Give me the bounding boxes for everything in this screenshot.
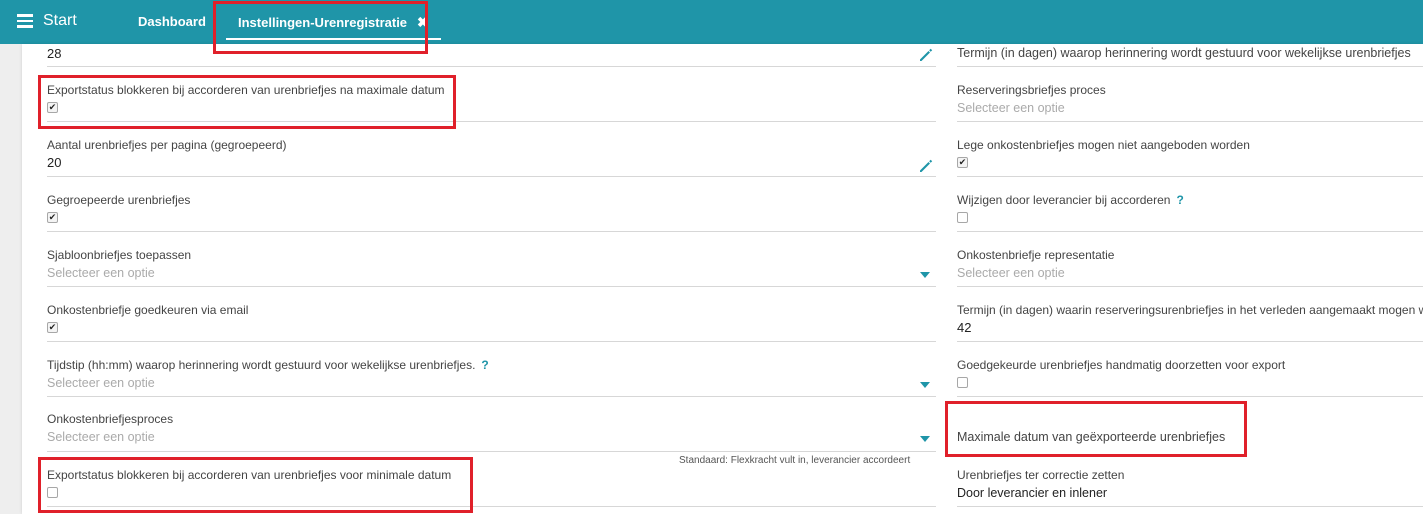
- field-termijn-reservering[interactable]: Termijn (in dagen) waarin reserveringsur…: [957, 287, 1423, 342]
- field-ter-correctie[interactable]: Urenbriefjes ter correctie zetten Door l…: [957, 452, 1423, 507]
- field-exportstatus-max-datum: Exportstatus blokkeren bij accorderen va…: [47, 67, 936, 122]
- field-label: Aantal urenbriefjes per pagina (gegroepe…: [47, 138, 287, 152]
- checkbox[interactable]: [957, 212, 968, 223]
- field-gegroepeerde-urenbriefjes: Gegroepeerde urenbriefjes ✔: [47, 177, 936, 232]
- field-label: Goedgekeurde urenbriefjes handmatig door…: [957, 358, 1286, 372]
- field-label: Onkostenbriefjesproces: [47, 412, 174, 426]
- field-onkostenbriefje-representatie[interactable]: Onkostenbriefje representatie Selecteer …: [957, 232, 1423, 287]
- tab-dashboard[interactable]: Dashboard: [138, 0, 206, 43]
- field-reserveringsbriefjes-proces[interactable]: Reserveringsbriefjes proces Selecteer ee…: [957, 67, 1423, 122]
- select-placeholder: Selecteer een optie: [47, 376, 155, 390]
- close-icon[interactable]: ✖: [417, 14, 429, 31]
- tab-instellingen-urenregistratie[interactable]: Instellingen-Urenregistratie ✖: [226, 0, 441, 44]
- field-label: Sjabloonbriefjes toepassen: [47, 248, 192, 262]
- top-bar: Start Dashboard Instellingen-Urenregistr…: [0, 0, 1423, 44]
- field-tijdstip-herinnering[interactable]: Tijdstip (hh:mm) waarop herinnering word…: [47, 342, 936, 397]
- menu-label: Start: [43, 12, 77, 29]
- select-placeholder: Selecteer een optie: [957, 101, 1065, 115]
- checkbox[interactable]: ✔: [957, 157, 968, 168]
- field-termijn-herinnering: Termijn (in dagen) waarop herinnering wo…: [957, 44, 1423, 67]
- checkbox[interactable]: ✔: [47, 322, 58, 333]
- field-onkostenbriefjesproces[interactable]: Onkostenbriefjesproces Selecteer een opt…: [47, 397, 936, 452]
- field-onkostenbriefje-email: Onkostenbriefje goedkeuren via email ✔: [47, 287, 936, 342]
- field-value: 42: [957, 320, 972, 335]
- field-aantal-urenbriefjes[interactable]: Aantal urenbriefjes per pagina (gegroepe…: [47, 122, 936, 177]
- field-handmatig-doorzetten: Goedgekeurde urenbriefjes handmatig door…: [957, 342, 1423, 397]
- checkbox[interactable]: [47, 487, 58, 498]
- field-label: Gegroepeerde urenbriefjes: [47, 193, 191, 207]
- field-label: Tijdstip (hh:mm) waarop herinnering word…: [47, 358, 489, 372]
- field-lege-onkostenbriefjes: Lege onkostenbriefjes mogen niet aangebo…: [957, 122, 1423, 177]
- field-wijzigen-leverancier: Wijzigen door leverancier bij accorderen…: [957, 177, 1423, 232]
- pencil-icon[interactable]: [918, 47, 934, 63]
- field-label: Onkostenbriefje goedkeuren via email: [47, 303, 249, 317]
- field-label: Termijn (in dagen) waarin reserveringsur…: [957, 303, 1423, 317]
- active-tab-indicator: [226, 38, 441, 40]
- field-label: Exportstatus blokkeren bij accorderen va…: [47, 468, 452, 482]
- help-icon[interactable]: ?: [481, 358, 488, 372]
- field-value: Door leverancier en inlener: [957, 486, 1108, 500]
- field-label: Urenbriefjes ter correctie zetten: [957, 468, 1125, 482]
- field-sjabloonbriefjes[interactable]: Sjabloonbriefjes toepassen Selecteer een…: [47, 232, 936, 287]
- checkbox[interactable]: [957, 377, 968, 388]
- select-placeholder: Selecteer een optie: [47, 266, 155, 280]
- pencil-icon[interactable]: [918, 158, 934, 174]
- checkbox[interactable]: ✔: [47, 102, 58, 113]
- tab-label: Dashboard: [138, 13, 206, 29]
- field-value: 28: [47, 46, 62, 61]
- field-label: Lege onkostenbriefjes mogen niet aangebo…: [957, 138, 1250, 152]
- tab-label: Instellingen-Urenregistratie: [238, 14, 408, 30]
- chevron-down-icon[interactable]: [920, 272, 930, 278]
- field-maximale-datum[interactable]: Maximale datum van geëxporteerde urenbri…: [957, 397, 1423, 452]
- field-termijn-value[interactable]: 28: [47, 44, 936, 67]
- field-value: 20: [47, 155, 62, 170]
- field-label: Wijzigen door leverancier bij accorderen…: [957, 193, 1184, 207]
- field-exportstatus-min-datum: Exportstatus blokkeren bij accorderen va…: [47, 452, 936, 507]
- field-label: Maximale datum van geëxporteerde urenbri…: [957, 430, 1226, 444]
- select-placeholder: Selecteer een optie: [957, 266, 1065, 280]
- field-label: Termijn (in dagen) waarop herinnering wo…: [957, 46, 1411, 60]
- checkbox[interactable]: ✔: [47, 212, 58, 223]
- field-label: Exportstatus blokkeren bij accorderen va…: [47, 83, 445, 97]
- chevron-down-icon[interactable]: [920, 436, 930, 442]
- hamburger-icon: [17, 14, 33, 28]
- menu-button[interactable]: Start: [17, 8, 77, 34]
- field-label: Onkostenbriefje representatie: [957, 248, 1115, 262]
- chevron-down-icon[interactable]: [920, 382, 930, 388]
- help-icon[interactable]: ?: [1176, 193, 1183, 207]
- field-label: Reserveringsbriefjes proces: [957, 83, 1106, 97]
- select-placeholder: Selecteer een optie: [47, 430, 155, 444]
